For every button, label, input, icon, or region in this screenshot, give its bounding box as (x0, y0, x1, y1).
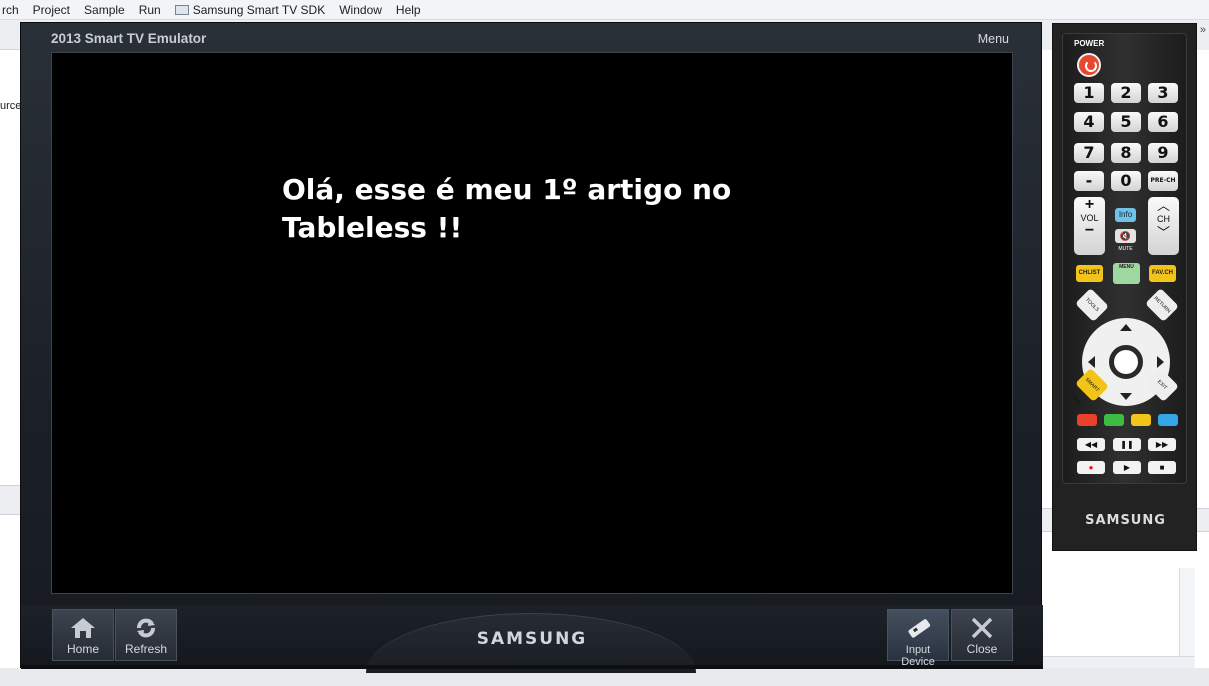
mute-icon: 🔇 (1119, 231, 1132, 241)
vertical-scrollbar[interactable] (1179, 568, 1195, 668)
enter-icon (1114, 350, 1138, 374)
screen-message: Olá, esse é meu 1º artigo no Tableless !… (282, 173, 732, 244)
rewind-icon: ◀◀ (1084, 440, 1098, 449)
remote-body: POWER 1 2 3 4 5 6 7 8 9 - 0 PRE-CH + VOL… (1062, 33, 1187, 484)
ide-left-toolbar-lower (0, 485, 22, 515)
menu-search[interactable]: rch (0, 3, 26, 17)
emulator-menu-button[interactable]: Menu (978, 32, 1009, 46)
input-device-button[interactable]: Input Device (887, 609, 949, 668)
menu-sample[interactable]: Sample (77, 3, 132, 17)
power-label: POWER (1074, 39, 1105, 48)
left-arrow-icon[interactable] (1088, 356, 1095, 368)
menu-button[interactable]: MENU (1113, 263, 1140, 284)
tools-button[interactable]: TOOLS (1075, 288, 1109, 322)
key-6[interactable]: 6 (1148, 112, 1178, 132)
red-button[interactable] (1077, 414, 1097, 426)
remote-brand-logo: SAMSUNG (1085, 513, 1166, 528)
key-5[interactable]: 5 (1111, 112, 1141, 132)
home-label: Home (66, 642, 99, 656)
enter-button[interactable] (1106, 342, 1146, 382)
play-icon: ▶ (1123, 463, 1131, 472)
ide-left-toolbar (0, 20, 22, 50)
key-1[interactable]: 1 (1074, 83, 1104, 103)
tv-emulator-window: 2013 Smart TV Emulator Menu Olá, esse é … (20, 22, 1043, 673)
channel-up-icon[interactable]: ︿ (1148, 197, 1179, 214)
key-0[interactable]: 0 (1111, 171, 1141, 191)
mute-label: MUTE (1118, 246, 1133, 252)
volume-up-icon[interactable]: + (1074, 197, 1105, 213)
key-9[interactable]: 9 (1148, 143, 1178, 163)
record-icon: ● (1088, 463, 1094, 472)
green-button[interactable] (1104, 414, 1124, 426)
right-arrow-icon[interactable] (1157, 356, 1164, 368)
close-icon (971, 617, 993, 639)
ch-label: CH (1157, 214, 1170, 224)
stop-icon: ■ (1159, 463, 1165, 472)
remote-control-icon (908, 619, 931, 638)
info-button[interactable]: Info (1115, 208, 1136, 222)
menu-bar: rch Project Sample Run Samsung Smart TV … (0, 0, 1209, 20)
up-arrow-icon[interactable] (1120, 324, 1132, 331)
menu-samsung-sdk[interactable]: Samsung Smart TV SDK (168, 3, 333, 17)
emulator-base (21, 665, 1043, 669)
volume-rocker[interactable]: + VOL − (1074, 197, 1105, 255)
close-button[interactable]: Close (951, 609, 1013, 661)
fast-forward-icon: ▶▶ (1155, 440, 1169, 449)
return-button[interactable]: RETURN (1145, 288, 1179, 322)
refresh-label: Refresh (124, 642, 168, 656)
home-button[interactable]: Home (52, 609, 114, 661)
stop-button[interactable]: ■ (1148, 461, 1176, 474)
key-dash[interactable]: - (1074, 171, 1104, 191)
close-label: Close (966, 642, 998, 656)
play-button[interactable]: ▶ (1113, 461, 1141, 474)
power-button[interactable] (1077, 53, 1101, 77)
menu-project[interactable]: Project (26, 3, 77, 17)
down-arrow-icon[interactable] (1120, 393, 1132, 400)
pause-button[interactable]: ❚❚ (1113, 438, 1141, 451)
record-button[interactable]: ● (1077, 461, 1105, 474)
ide-left-text: urce (0, 100, 22, 112)
refresh-icon (137, 618, 155, 638)
remote-control-panel: POWER 1 2 3 4 5 6 7 8 9 - 0 PRE-CH + VOL… (1052, 23, 1197, 551)
mute-button[interactable]: 🔇 (1115, 229, 1136, 243)
fast-forward-button[interactable]: ▶▶ (1148, 438, 1176, 451)
overflow-chevron-icon[interactable]: » (1200, 24, 1206, 36)
emulator-title: 2013 Smart TV Emulator (51, 31, 207, 46)
key-7[interactable]: 7 (1074, 143, 1104, 163)
yellow-button[interactable] (1131, 414, 1151, 426)
favch-button[interactable]: FAV.CH (1149, 265, 1176, 282)
channel-down-icon[interactable]: ﹀ (1148, 224, 1179, 241)
menu-help[interactable]: Help (389, 3, 428, 17)
rewind-button[interactable]: ◀◀ (1077, 438, 1105, 451)
pause-icon: ❚❚ (1120, 440, 1134, 449)
ide-left-panel: urce (0, 20, 22, 686)
refresh-button[interactable]: Refresh (115, 609, 177, 661)
tv-screen[interactable]: Olá, esse é meu 1º artigo no Tableless !… (51, 52, 1013, 594)
channel-rocker[interactable]: ︿ CH ﹀ (1148, 197, 1179, 255)
menu-window[interactable]: Window (332, 3, 389, 17)
home-icon (71, 618, 95, 638)
monitor-icon (174, 4, 189, 15)
key-8[interactable]: 8 (1111, 143, 1141, 163)
blue-button[interactable] (1158, 414, 1178, 426)
key-4[interactable]: 4 (1074, 112, 1104, 132)
key-2[interactable]: 2 (1111, 83, 1141, 103)
chlist-button[interactable]: CHLIST (1076, 265, 1103, 282)
key-3[interactable]: 3 (1148, 83, 1178, 103)
menu-run[interactable]: Run (132, 3, 168, 17)
prech-button[interactable]: PRE-CH (1148, 171, 1178, 191)
volume-down-icon[interactable]: − (1074, 223, 1105, 239)
